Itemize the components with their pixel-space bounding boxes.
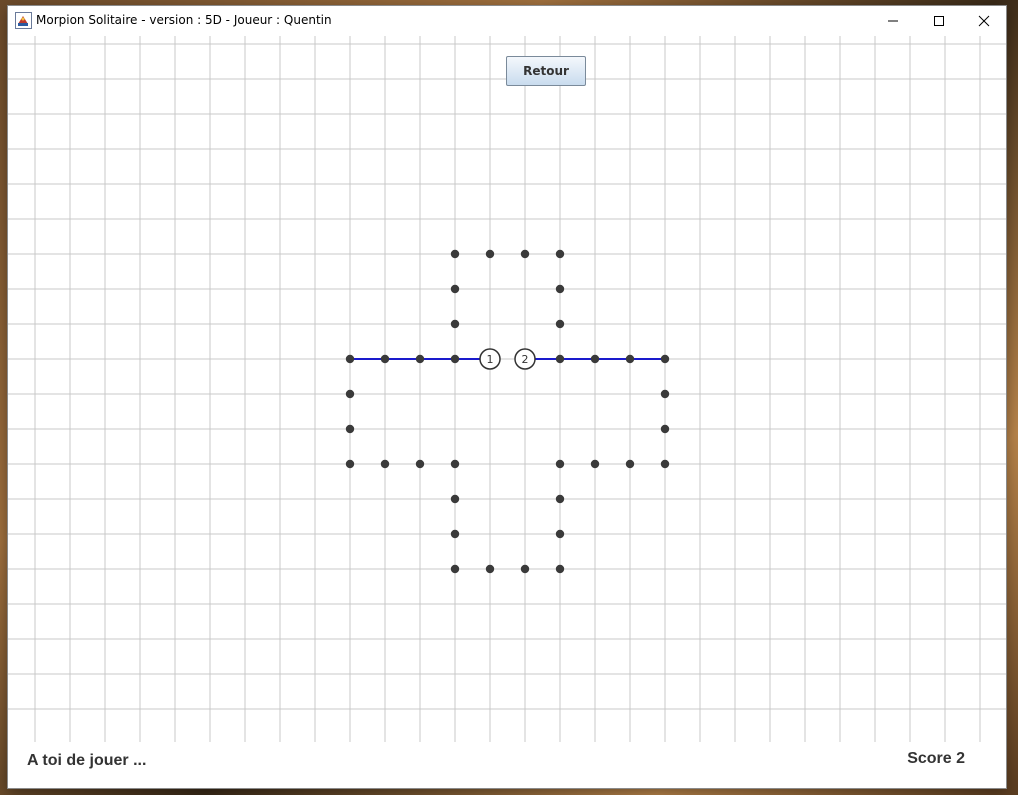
board-point[interactable] bbox=[380, 354, 390, 364]
board-point[interactable] bbox=[555, 284, 565, 294]
board-point[interactable] bbox=[555, 319, 565, 329]
board-point[interactable] bbox=[450, 564, 460, 574]
window-title: Morpion Solitaire - version : 5D - Joueu… bbox=[36, 13, 332, 27]
board-point[interactable] bbox=[485, 249, 495, 259]
maximize-icon bbox=[934, 16, 944, 26]
board-point[interactable] bbox=[625, 354, 635, 364]
board-point[interactable] bbox=[555, 564, 565, 574]
board-point[interactable] bbox=[415, 459, 425, 469]
board-point[interactable] bbox=[345, 354, 355, 364]
minimize-icon bbox=[888, 20, 898, 22]
board-point[interactable] bbox=[450, 249, 460, 259]
board-point[interactable] bbox=[450, 354, 460, 364]
board-point[interactable] bbox=[415, 354, 425, 364]
score-display: Score 2 bbox=[907, 750, 965, 767]
board-point[interactable] bbox=[450, 529, 460, 539]
board-point[interactable] bbox=[660, 389, 670, 399]
board-point[interactable] bbox=[345, 389, 355, 399]
minimize-button[interactable] bbox=[870, 6, 916, 36]
board-point[interactable] bbox=[555, 459, 565, 469]
board-point[interactable] bbox=[555, 529, 565, 539]
board-point[interactable] bbox=[660, 459, 670, 469]
board-point[interactable] bbox=[590, 354, 600, 364]
move-number-label: 2 bbox=[522, 353, 529, 366]
close-icon bbox=[978, 15, 990, 27]
app-window: Morpion Solitaire - version : 5D - Joueu… bbox=[8, 6, 1006, 788]
game-board[interactable]: 12 bbox=[8, 36, 1006, 742]
board-point[interactable] bbox=[450, 494, 460, 504]
retour-button[interactable]: Retour bbox=[506, 56, 586, 86]
board-point[interactable] bbox=[555, 494, 565, 504]
board-point[interactable] bbox=[625, 459, 635, 469]
move-number-label: 1 bbox=[487, 353, 494, 366]
status-message: A toi de jouer ... bbox=[27, 752, 147, 769]
board-point[interactable] bbox=[590, 459, 600, 469]
board-point[interactable] bbox=[345, 459, 355, 469]
board-point[interactable] bbox=[345, 424, 355, 434]
title-bar[interactable]: Morpion Solitaire - version : 5D - Joueu… bbox=[8, 6, 1006, 36]
board-point[interactable] bbox=[555, 249, 565, 259]
board-point[interactable] bbox=[555, 354, 565, 364]
board-point[interactable] bbox=[520, 564, 530, 574]
java-app-icon bbox=[15, 12, 32, 29]
board-point[interactable] bbox=[380, 459, 390, 469]
board-point[interactable] bbox=[520, 249, 530, 259]
board-point[interactable] bbox=[485, 564, 495, 574]
board-point[interactable] bbox=[660, 424, 670, 434]
board-point[interactable] bbox=[660, 354, 670, 364]
close-button[interactable] bbox=[961, 6, 1007, 36]
board-point[interactable] bbox=[450, 284, 460, 294]
board-point[interactable] bbox=[450, 319, 460, 329]
maximize-button[interactable] bbox=[916, 6, 962, 36]
board-point[interactable] bbox=[450, 459, 460, 469]
